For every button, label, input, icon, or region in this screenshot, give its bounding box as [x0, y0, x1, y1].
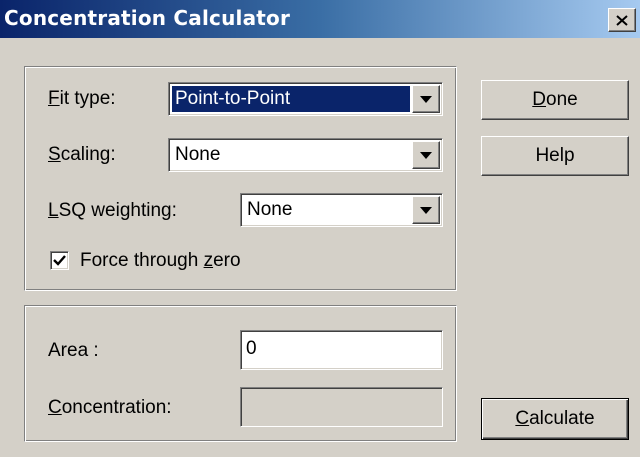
help-button[interactable]: Help — [481, 136, 629, 176]
title-bar[interactable]: Concentration Calculator — [0, 0, 640, 38]
force-zero-label[interactable]: Force through zero — [80, 250, 241, 272]
scaling-select[interactable]: None — [168, 138, 443, 172]
close-button[interactable] — [608, 8, 636, 32]
scaling-label: Scaling: — [48, 144, 116, 165]
window-title: Concentration Calculator — [4, 6, 291, 30]
chevron-down-icon — [420, 151, 432, 159]
fit-type-value: Point-to-Point — [172, 86, 410, 112]
force-zero-checkbox[interactable] — [50, 251, 69, 270]
concentration-label: Concentration: — [48, 397, 172, 418]
close-icon — [616, 14, 628, 26]
calculate-button[interactable]: Calculate — [481, 398, 629, 440]
scaling-dropdown-button[interactable] — [412, 141, 440, 169]
area-label: Area : — [48, 340, 99, 361]
fit-type-label: Fit type: — [48, 88, 116, 109]
lsq-weighting-value: None — [247, 199, 293, 220]
done-button[interactable]: Done — [481, 80, 629, 120]
chevron-down-icon — [420, 206, 432, 214]
chevron-down-icon — [420, 95, 432, 103]
fit-type-dropdown-button[interactable] — [412, 85, 440, 113]
lsq-weighting-select[interactable]: None — [240, 193, 443, 227]
area-input[interactable]: 0 — [240, 330, 443, 370]
lsq-weighting-label: LSQ weighting: — [48, 200, 177, 221]
scaling-value: None — [175, 144, 221, 165]
fit-type-select[interactable]: Point-to-Point — [168, 82, 443, 116]
checkmark-icon — [53, 255, 66, 266]
concentration-field — [240, 387, 443, 427]
lsq-weighting-dropdown-button[interactable] — [412, 196, 440, 224]
